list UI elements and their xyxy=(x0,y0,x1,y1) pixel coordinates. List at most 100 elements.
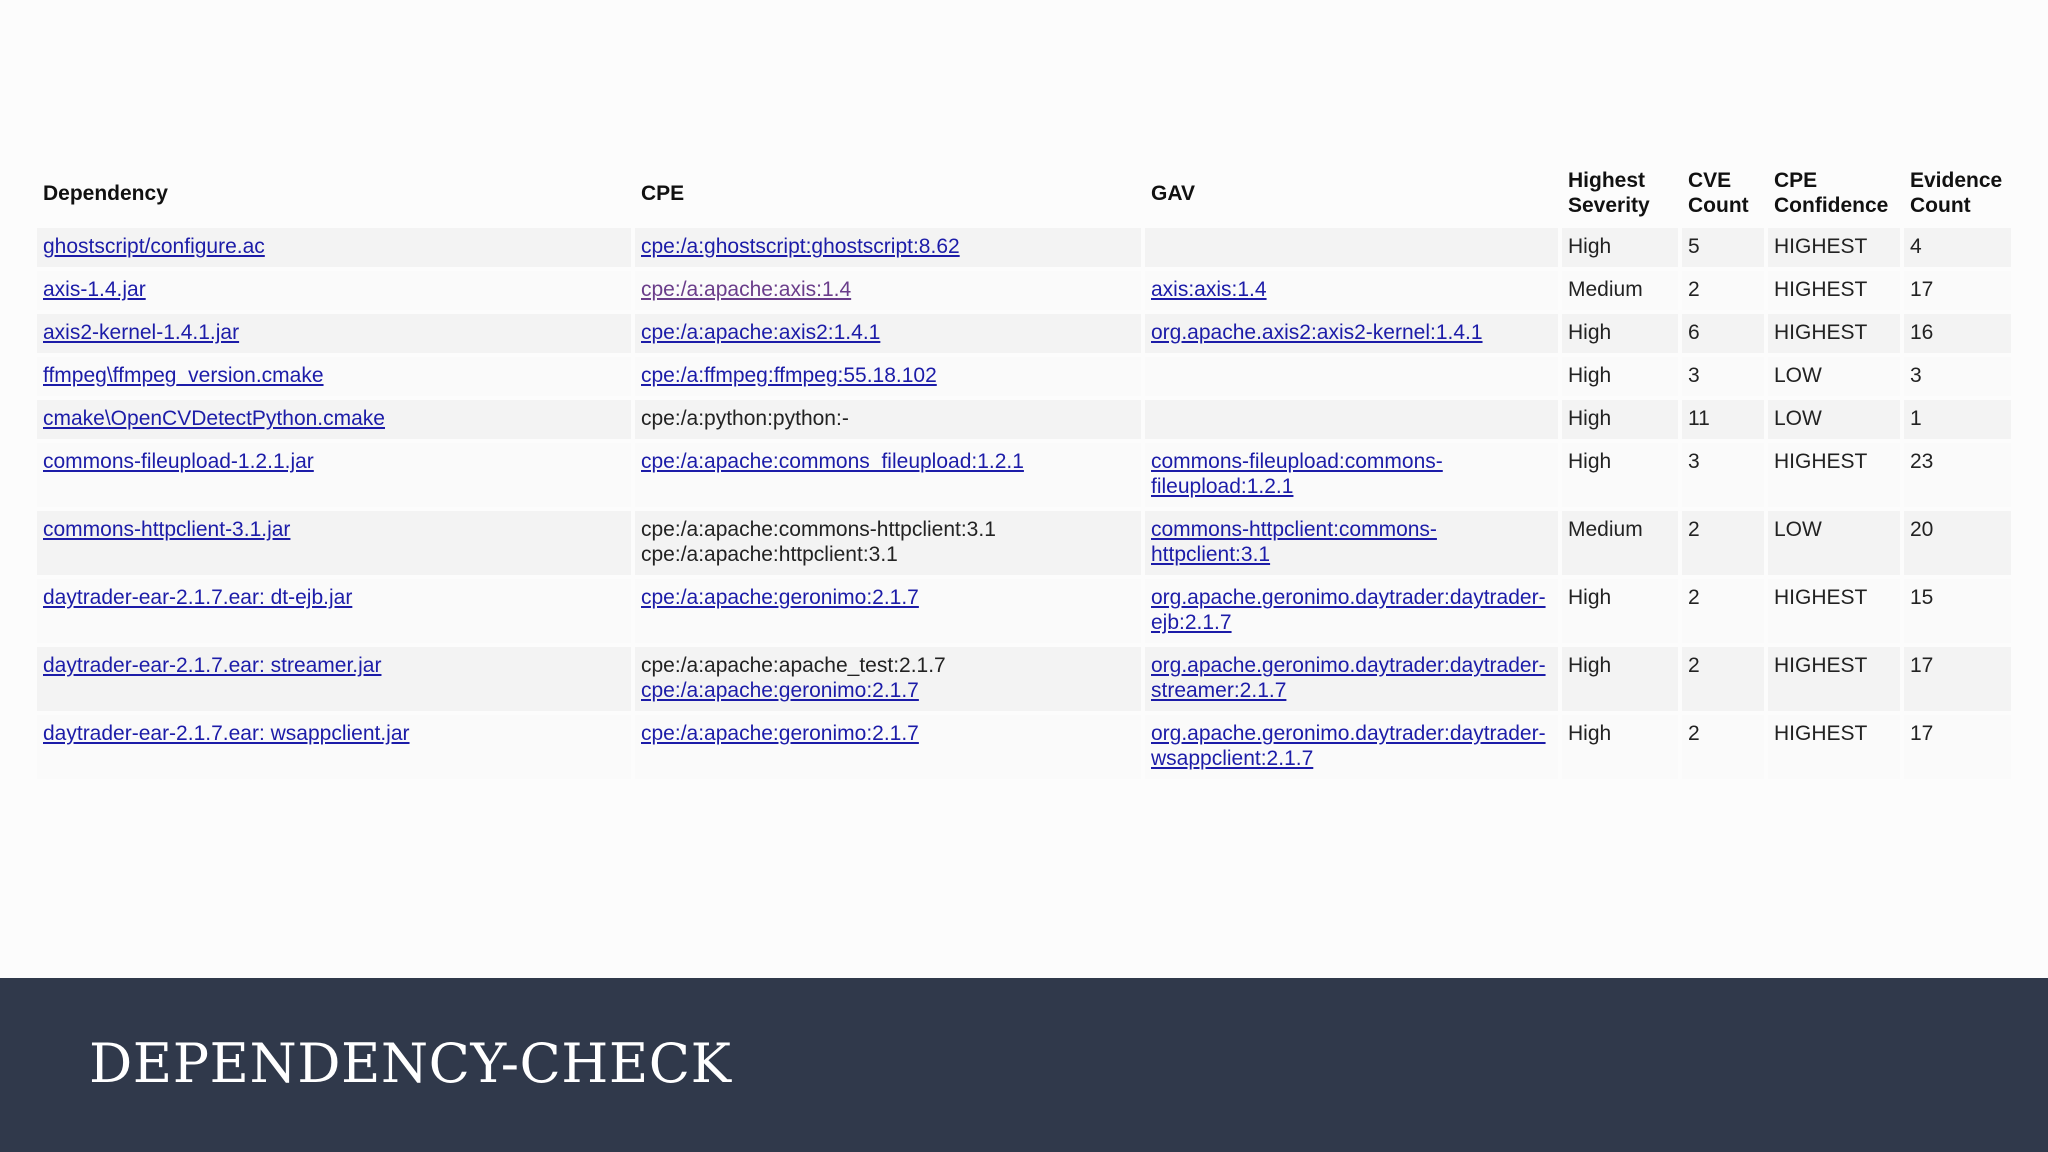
evidence-count-cell: 20 xyxy=(1904,511,2011,575)
cve-count-cell: 2 xyxy=(1682,647,1764,711)
cve-count-cell: 2 xyxy=(1682,511,1764,575)
cve-count-cell: 3 xyxy=(1682,357,1764,396)
cpe-text: cpe:/a:apache:httpclient:3.1 xyxy=(641,543,898,566)
cpe-link[interactable]: cpe:/a:ghostscript:ghostscript:8.62 xyxy=(641,234,1135,259)
evidence-count-cell: 17 xyxy=(1904,715,2011,779)
dependency-link[interactable]: commons-httpclient-3.1.jar xyxy=(43,518,290,541)
table-row: commons-fileupload-1.2.1.jar cpe:/a:apach… xyxy=(37,443,2011,507)
cpe-confidence-cell: HIGHEST xyxy=(1768,271,1900,310)
dependency-cell: ffmpeg\ffmpeg_version.cmake xyxy=(37,357,631,396)
table-row: daytrader-ear-2.1.7.ear: dt-ejb.jar cpe:/… xyxy=(37,579,2011,643)
dependency-report-table: Dependency CPE GAV Highest Severity CVE … xyxy=(33,158,2015,783)
dependency-link[interactable]: daytrader-ear-2.1.7.ear: wsappclient.jar xyxy=(43,722,410,745)
evidence-count-cell: 3 xyxy=(1904,357,2011,396)
gav-cell xyxy=(1145,400,1558,439)
gav-cell: org.apache.axis2:axis2-kernel:1.4.1 xyxy=(1145,314,1558,353)
gav-cell: commons-httpclient:commons-httpclient:3.… xyxy=(1145,511,1558,575)
severity-cell: High xyxy=(1562,357,1678,396)
severity-cell: High xyxy=(1562,647,1678,711)
cpe-confidence-cell: HIGHEST xyxy=(1768,314,1900,353)
dependency-cell: cmake\OpenCVDetectPython.cmake xyxy=(37,400,631,439)
cpe-cell: cpe:/a:ghostscript:ghostscript:8.62 xyxy=(635,228,1141,267)
evidence-count-cell: 1 xyxy=(1904,400,2011,439)
cpe-cell: cpe:/a:apache:axis2:1.4.1 xyxy=(635,314,1141,353)
dependency-link[interactable]: axis-1.4.jar xyxy=(43,278,146,301)
cpe-link[interactable]: cpe:/a:ffmpeg:ffmpeg:55.18.102 xyxy=(641,363,1135,388)
cve-count-cell: 2 xyxy=(1682,579,1764,643)
cpe-cell: cpe:/a:apache:commons_fileupload:1.2.1 xyxy=(635,443,1141,507)
gav-link[interactable]: org.apache.geronimo.daytrader:daytrader-… xyxy=(1151,722,1546,770)
gav-cell xyxy=(1145,228,1558,267)
column-header-cpe-confidence: CPE Confidence xyxy=(1768,162,1900,224)
evidence-count-cell: 4 xyxy=(1904,228,2011,267)
cpe-confidence-cell: HIGHEST xyxy=(1768,647,1900,711)
gav-link[interactable]: org.apache.axis2:axis2-kernel:1.4.1 xyxy=(1151,321,1483,344)
cve-count-cell: 2 xyxy=(1682,715,1764,779)
slide-title: DEPENDENCY-CHECK xyxy=(89,1032,732,1095)
cve-count-cell: 11 xyxy=(1682,400,1764,439)
dependency-link[interactable]: daytrader-ear-2.1.7.ear: streamer.jar xyxy=(43,654,381,677)
dependency-link[interactable]: cmake\OpenCVDetectPython.cmake xyxy=(43,407,385,430)
cpe-link[interactable]: cpe:/a:apache:geronimo:2.1.7 xyxy=(641,721,1135,746)
dependency-cell: commons-httpclient-3.1.jar xyxy=(37,511,631,575)
dependency-cell: commons-fileupload-1.2.1.jar xyxy=(37,443,631,507)
gav-link[interactable]: commons-httpclient:commons-httpclient:3.… xyxy=(1151,518,1437,566)
cpe-confidence-cell: HIGHEST xyxy=(1768,443,1900,507)
cpe-link[interactable]: cpe:/a:apache:geronimo:2.1.7 xyxy=(641,585,1135,610)
gav-link[interactable]: org.apache.geronimo.daytrader:daytrader-… xyxy=(1151,586,1546,634)
cpe-text: cpe:/a:apache:commons-httpclient:3.1 xyxy=(641,518,996,541)
cpe-confidence-cell: LOW xyxy=(1768,357,1900,396)
table-row: axis-1.4.jar cpe:/a:apache:axis:1.4 axis:a… xyxy=(37,271,2011,310)
severity-cell: High xyxy=(1562,314,1678,353)
cpe-cell: cpe:/a:ffmpeg:ffmpeg:55.18.102 xyxy=(635,357,1141,396)
gav-cell xyxy=(1145,357,1558,396)
dependency-link[interactable]: ffmpeg\ffmpeg_version.cmake xyxy=(43,364,324,387)
cpe-text: cpe:/a:python:python:- xyxy=(641,407,849,430)
table-row: ghostscript/configure.ac cpe:/a:ghostscri… xyxy=(37,228,2011,267)
table-row: commons-httpclient-3.1.jar cpe:/a:apache:… xyxy=(37,511,2011,575)
table-body: ghostscript/configure.ac cpe:/a:ghostscri… xyxy=(37,228,2011,779)
severity-cell: Medium xyxy=(1562,271,1678,310)
cve-count-cell: 5 xyxy=(1682,228,1764,267)
gav-cell: commons-fileupload:commons-fileupload:1.… xyxy=(1145,443,1558,507)
gav-link[interactable]: commons-fileupload:commons-fileupload:1.… xyxy=(1151,450,1443,498)
severity-cell: High xyxy=(1562,579,1678,643)
table-row: daytrader-ear-2.1.7.ear: wsappclient.jar… xyxy=(37,715,2011,779)
column-header-highest-severity: Highest Severity xyxy=(1562,162,1678,224)
table-row: ffmpeg\ffmpeg_version.cmake cpe:/a:ffmpeg… xyxy=(37,357,2011,396)
evidence-count-cell: 16 xyxy=(1904,314,2011,353)
gav-link[interactable]: org.apache.geronimo.daytrader:daytrader-… xyxy=(1151,654,1546,702)
gav-cell: axis:axis:1.4 xyxy=(1145,271,1558,310)
cpe-link[interactable]: cpe:/a:apache:axis2:1.4.1 xyxy=(641,320,1135,345)
column-header-cve-count: CVE Count xyxy=(1682,162,1764,224)
dependency-link[interactable]: axis2-kernel-1.4.1.jar xyxy=(43,321,239,344)
dependency-link[interactable]: commons-fileupload-1.2.1.jar xyxy=(43,450,314,473)
gav-cell: org.apache.geronimo.daytrader:daytrader-… xyxy=(1145,647,1558,711)
dependency-link[interactable]: ghostscript/configure.ac xyxy=(43,235,265,258)
dependency-cell: daytrader-ear-2.1.7.ear: streamer.jar xyxy=(37,647,631,711)
severity-cell: High xyxy=(1562,443,1678,507)
column-header-cpe: CPE xyxy=(635,162,1141,224)
cpe-cell: cpe:/a:apache:axis:1.4 xyxy=(635,271,1141,310)
dependency-cell: daytrader-ear-2.1.7.ear: dt-ejb.jar xyxy=(37,579,631,643)
dependency-cell: daytrader-ear-2.1.7.ear: wsappclient.jar xyxy=(37,715,631,779)
cpe-link[interactable]: cpe:/a:apache:commons_fileupload:1.2.1 xyxy=(641,449,1135,474)
evidence-count-cell: 23 xyxy=(1904,443,2011,507)
dependency-link[interactable]: daytrader-ear-2.1.7.ear: dt-ejb.jar xyxy=(43,586,352,609)
cpe-cell: cpe:/a:apache:geronimo:2.1.7 xyxy=(635,715,1141,779)
table-row: cmake\OpenCVDetectPython.cmake cpe:/a:pyt… xyxy=(37,400,2011,439)
table-header-row: Dependency CPE GAV Highest Severity CVE … xyxy=(37,162,2011,224)
column-header-dependency: Dependency xyxy=(37,162,631,224)
cpe-confidence-cell: LOW xyxy=(1768,511,1900,575)
cpe-cell: cpe:/a:apache:geronimo:2.1.7 xyxy=(635,579,1141,643)
cpe-cell: cpe:/a:python:python:- xyxy=(635,400,1141,439)
cpe-text: cpe:/a:apache:apache_test:2.1.7 xyxy=(641,654,946,677)
cpe-link[interactable]: cpe:/a:apache:geronimo:2.1.7 xyxy=(641,678,1135,703)
cpe-confidence-cell: HIGHEST xyxy=(1768,228,1900,267)
cpe-confidence-cell: HIGHEST xyxy=(1768,715,1900,779)
column-header-gav: GAV xyxy=(1145,162,1558,224)
gav-link[interactable]: axis:axis:1.4 xyxy=(1151,278,1267,301)
severity-cell: High xyxy=(1562,400,1678,439)
dependency-cell: axis2-kernel-1.4.1.jar xyxy=(37,314,631,353)
cpe-link[interactable]: cpe:/a:apache:axis:1.4 xyxy=(641,277,1135,302)
